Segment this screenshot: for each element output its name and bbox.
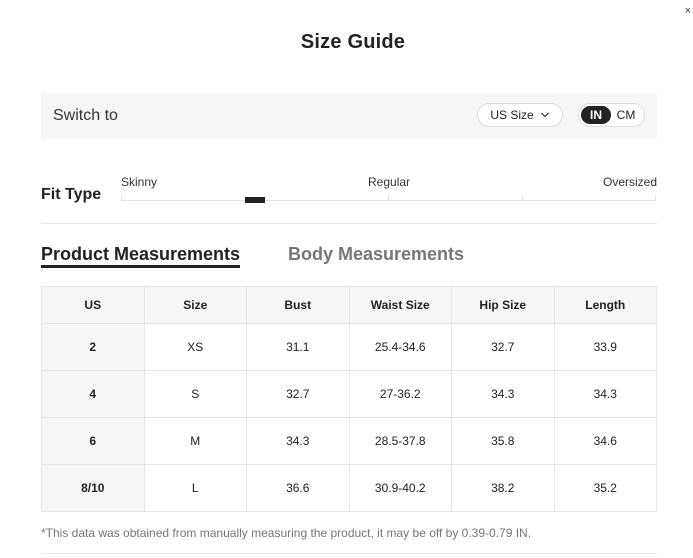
divider xyxy=(41,223,657,224)
chevron-down-icon xyxy=(540,112,549,118)
table-cell-us: 2 xyxy=(41,323,145,371)
fit-scale-oversized: Oversized xyxy=(603,175,658,189)
table-cell: 25.4-34.6 xyxy=(348,323,452,371)
divider xyxy=(41,553,657,554)
table-header-row: US Size Bust Waist Size Hip Size Length xyxy=(41,286,657,324)
table-cell: 33.9 xyxy=(553,323,657,371)
table-cell: 34.6 xyxy=(553,417,657,465)
close-icon[interactable]: × xyxy=(685,6,691,17)
table-row: 4 S 32.7 27-36.2 34.3 34.3 xyxy=(41,370,657,418)
table-cell: L xyxy=(143,464,247,512)
fit-scale-tick xyxy=(522,195,523,201)
table-cell: 31.1 xyxy=(246,323,350,371)
fit-scale-tick xyxy=(388,195,389,201)
table-cell: 28.5-37.8 xyxy=(348,417,452,465)
table-cell: S xyxy=(143,370,247,418)
table-cell: 27-36.2 xyxy=(348,370,452,418)
table-cell: 30.9-40.2 xyxy=(348,464,452,512)
table-cell: 35.8 xyxy=(451,417,555,465)
table-cell-us: 6 xyxy=(41,417,145,465)
tab-body-measurements[interactable]: Body Measurements xyxy=(288,244,464,265)
fit-scale-tick xyxy=(121,195,122,201)
table-row: 2 XS 31.1 25.4-34.6 32.7 33.9 xyxy=(41,323,657,371)
table-cell: M xyxy=(143,417,247,465)
table-cell: 36.6 xyxy=(246,464,350,512)
table-cell: 34.3 xyxy=(451,370,555,418)
unit-option-in[interactable]: IN xyxy=(581,106,611,124)
page-title: Size Guide xyxy=(300,31,406,53)
unit-option-cm[interactable]: CM xyxy=(611,106,641,124)
fit-scale-skinny: Skinny xyxy=(121,175,158,189)
column-header-waist-size: Waist Size xyxy=(348,286,452,324)
column-header-us: US xyxy=(41,286,145,324)
table-cell: 38.2 xyxy=(451,464,555,512)
table-cell: XS xyxy=(143,323,247,371)
switch-label: Switch to xyxy=(53,107,118,124)
size-system-dropdown[interactable]: US Size xyxy=(477,103,563,127)
measurement-disclaimer: *This data was obtained from manually me… xyxy=(41,526,532,540)
table-row: 8/10 L 36.6 30.9-40.2 38.2 35.2 xyxy=(41,464,657,512)
measurements-table: US Size Bust Waist Size Hip Size Length … xyxy=(41,286,657,512)
fit-scale-regular: Regular xyxy=(368,175,411,189)
column-header-bust: Bust xyxy=(246,286,350,324)
table-cell: 32.7 xyxy=(246,370,350,418)
table-cell: 35.2 xyxy=(553,464,657,512)
unit-toggle: IN CM xyxy=(578,103,645,127)
table-cell-us: 4 xyxy=(41,370,145,418)
size-system-value: US Size xyxy=(490,108,534,122)
column-header-hip-size: Hip Size xyxy=(451,286,555,324)
table-row: 6 M 34.3 28.5-37.8 35.8 34.6 xyxy=(41,417,657,465)
fit-type-label: Fit Type xyxy=(41,186,102,203)
table-cell: 32.7 xyxy=(451,323,555,371)
fit-scale-tick xyxy=(655,195,656,201)
table-cell: 34.3 xyxy=(246,417,350,465)
fit-scale-marker xyxy=(245,197,265,203)
tab-product-measurements[interactable]: Product Measurements xyxy=(41,244,240,265)
active-tab-underline xyxy=(41,265,240,268)
table-cell-us: 8/10 xyxy=(41,464,145,512)
column-header-size: Size xyxy=(143,286,247,324)
unit-switch-bar: Switch to US Size IN CM xyxy=(41,93,657,139)
table-cell: 34.3 xyxy=(553,370,657,418)
column-header-length: Length xyxy=(553,286,657,324)
